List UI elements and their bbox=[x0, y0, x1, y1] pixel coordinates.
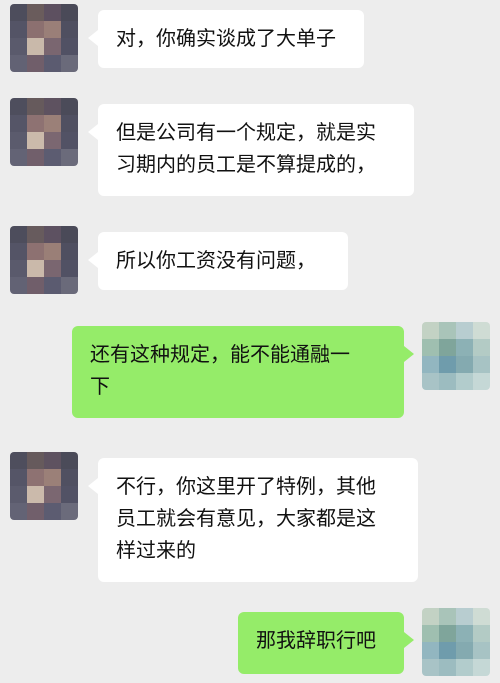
message-bubble: 但是公司有一个规定，就是实 习期内的员工是不算提成的， bbox=[88, 104, 414, 196]
contact-avatar[interactable] bbox=[10, 452, 78, 520]
message-bubble: 那我辞职行吧 bbox=[238, 612, 414, 674]
self-avatar[interactable] bbox=[422, 608, 490, 676]
message-bubble: 所以你工资没有问题， bbox=[88, 232, 348, 290]
chat-window: 对，你确实谈成了大单子 但是公司有一个规定，就是实 习期内的员工是不算提成的， … bbox=[0, 0, 500, 683]
contact-avatar[interactable] bbox=[10, 98, 78, 166]
message-bubble: 还有这种规定，能不能通融一 下 bbox=[72, 326, 414, 418]
contact-avatar[interactable] bbox=[10, 226, 78, 294]
self-avatar[interactable] bbox=[422, 322, 490, 390]
contact-avatar[interactable] bbox=[10, 4, 78, 72]
message-bubble: 不行，你这里开了特例，其他 员工就会有意见，大家都是这 样过来的 bbox=[88, 458, 418, 582]
message-bubble: 对，你确实谈成了大单子 bbox=[88, 10, 364, 68]
